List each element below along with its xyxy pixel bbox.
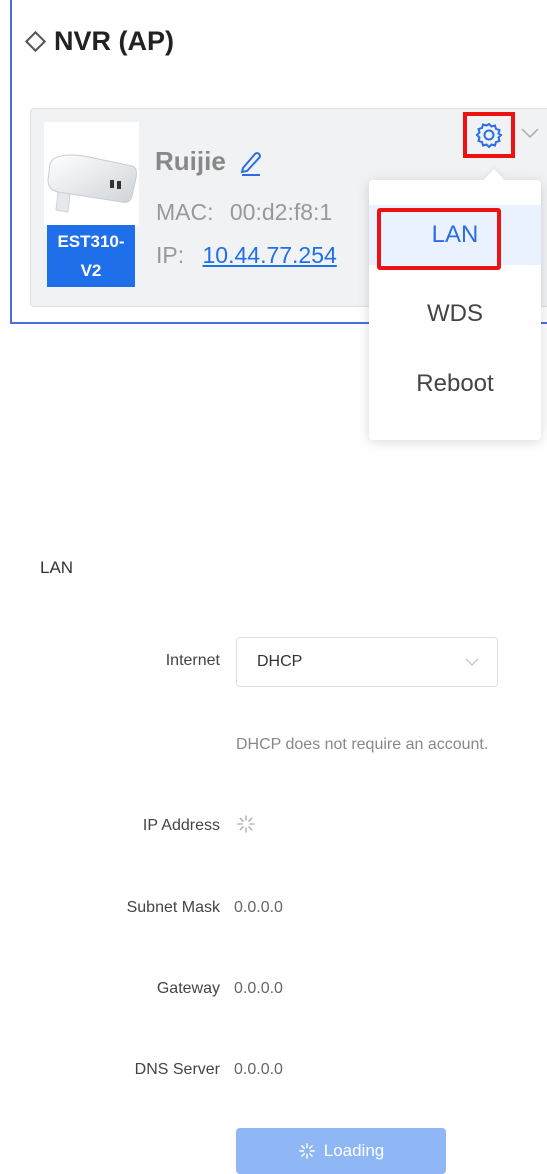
save-button[interactable]: Loading bbox=[236, 1128, 446, 1174]
mac-label: MAC: bbox=[156, 199, 214, 225]
loading-spinner-icon bbox=[237, 815, 255, 833]
model-line-1: EST310- bbox=[57, 232, 125, 251]
menu-item-wds[interactable]: WDS bbox=[369, 284, 541, 344]
dns-server-value: 0.0.0.0 bbox=[234, 1061, 283, 1078]
menu-item-reboot[interactable]: Reboot bbox=[369, 354, 541, 414]
mac-value: 00:d2:f8:1 bbox=[229, 199, 333, 225]
chevron-down-icon bbox=[465, 638, 479, 686]
subnet-mask-value: 0.0.0.0 bbox=[234, 899, 283, 916]
internet-label: Internet bbox=[165, 652, 220, 669]
section-title-text: NVR (AP) bbox=[54, 26, 174, 56]
ip-address-label: IP Address bbox=[142, 817, 220, 834]
lan-heading: LAN bbox=[40, 558, 74, 577]
diamond-icon bbox=[24, 30, 47, 53]
chevron-down-icon[interactable] bbox=[521, 126, 539, 144]
device-name: Ruijie bbox=[155, 146, 264, 177]
subnet-mask-label: Subnet Mask bbox=[126, 899, 220, 916]
internet-select-value: DHCP bbox=[257, 653, 303, 670]
ip-link[interactable]: 10.44.77.254 bbox=[203, 242, 337, 268]
model-badge: EST310- V2 bbox=[47, 225, 135, 287]
gateway-label: Gateway bbox=[156, 980, 220, 997]
internet-select[interactable]: DHCP bbox=[236, 637, 498, 687]
settings-button[interactable] bbox=[463, 112, 515, 158]
gear-icon bbox=[475, 122, 503, 149]
device-image bbox=[44, 122, 139, 226]
mac-address: MAC: 00:d2:f8:1 bbox=[156, 199, 332, 226]
ip-label: IP: bbox=[156, 242, 185, 268]
internet-hint: DHCP does not require an account. bbox=[236, 736, 489, 753]
lan-highlight bbox=[377, 208, 501, 270]
model-line-2: V2 bbox=[80, 261, 102, 280]
loading-spinner-icon bbox=[298, 1143, 315, 1159]
gateway-value: 0.0.0.0 bbox=[234, 980, 283, 997]
dns-server-label: DNS Server bbox=[134, 1061, 220, 1078]
device-name-text: Ruijie bbox=[155, 146, 226, 176]
edit-icon[interactable] bbox=[238, 148, 264, 176]
button-label: Loading bbox=[323, 1141, 385, 1160]
ip-address: IP: 10.44.77.254 bbox=[156, 242, 337, 269]
section-title: NVR (AP) bbox=[24, 26, 174, 57]
